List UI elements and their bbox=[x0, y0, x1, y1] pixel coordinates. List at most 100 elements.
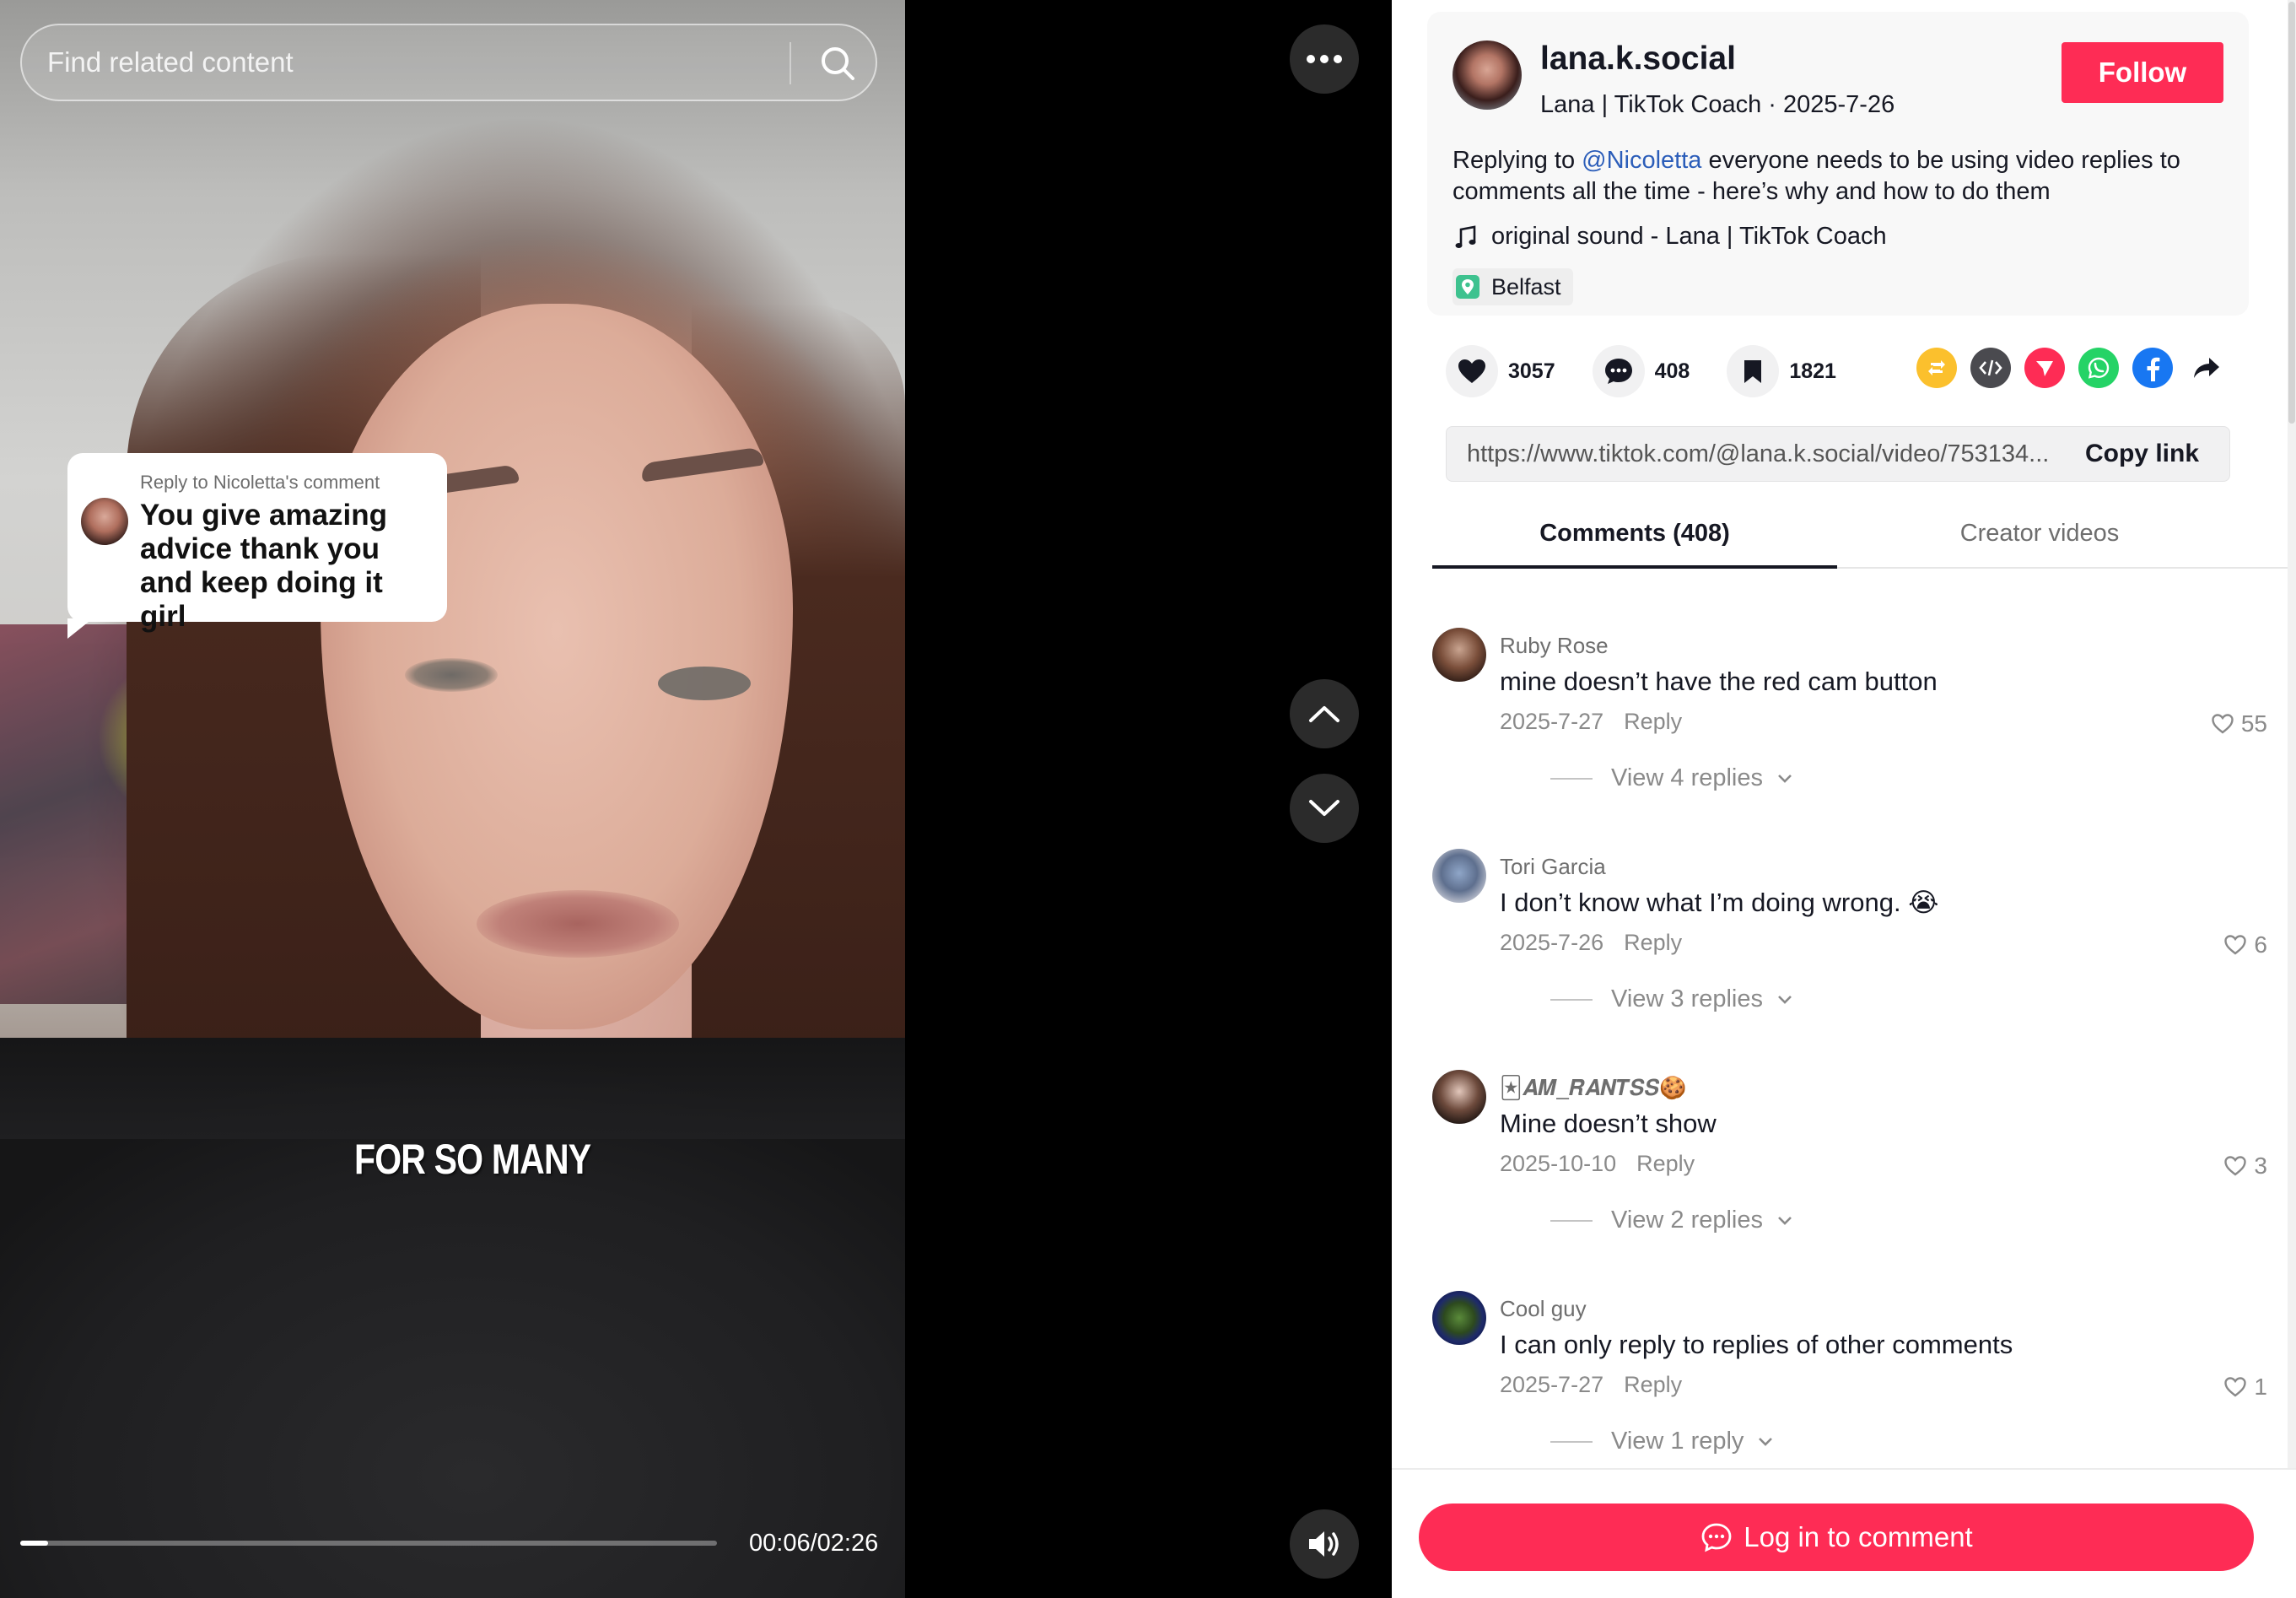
view-replies-label: View 2 replies bbox=[1611, 1207, 1764, 1234]
location-tag[interactable]: Belfast bbox=[1453, 268, 1573, 305]
share-arrow-icon[interactable] bbox=[2186, 348, 2227, 388]
avatar[interactable] bbox=[1453, 40, 1522, 110]
chevron-down-icon bbox=[1759, 1437, 1773, 1446]
comment-like-count: 55 bbox=[2240, 710, 2267, 737]
scrollbar-thumb[interactable] bbox=[2288, 2, 2295, 424]
comment-meta: 2025-7-27 Reply bbox=[1500, 709, 1682, 735]
comment-like-count: 3 bbox=[2254, 1153, 2267, 1179]
comment-stat[interactable]: 408 bbox=[1592, 345, 1690, 397]
reply-button[interactable]: Reply bbox=[1624, 709, 1682, 734]
comment-footer: Log in to comment bbox=[1392, 1468, 2296, 1598]
mention-link[interactable]: @Nicoletta bbox=[1582, 147, 1701, 174]
comment-like-count: 1 bbox=[2254, 1374, 2267, 1400]
reply-label: Reply to Nicoletta's comment bbox=[140, 472, 380, 493]
comment-item: Ruby Rose mine doesn’t have the red cam … bbox=[1432, 591, 2276, 812]
login-to-comment-button[interactable]: Log in to comment bbox=[1419, 1504, 2254, 1571]
avatar[interactable] bbox=[1432, 1291, 1486, 1345]
music-note-icon bbox=[1455, 224, 1476, 248]
view-replies-button[interactable]: View 4 replies bbox=[1550, 764, 1795, 792]
progress-fill bbox=[20, 1541, 49, 1546]
chevron-down-icon bbox=[1778, 995, 1792, 1004]
replies-divider bbox=[1550, 1440, 1593, 1443]
chevron-up-icon bbox=[1309, 706, 1339, 722]
heart-outline-icon bbox=[2224, 1156, 2247, 1176]
comment-like[interactable]: 6 bbox=[2223, 931, 2267, 958]
replies-divider bbox=[1550, 777, 1593, 780]
like-stat[interactable]: 3057 bbox=[1446, 345, 1555, 397]
video-caption: FOR SO MANY bbox=[354, 1136, 591, 1183]
view-replies-button[interactable]: View 1 reply bbox=[1550, 1428, 1776, 1455]
avatar[interactable] bbox=[1432, 628, 1486, 682]
heart-outline-icon bbox=[2212, 714, 2234, 734]
send-icon[interactable] bbox=[2024, 348, 2065, 388]
heart-outline-icon bbox=[2224, 1377, 2247, 1397]
search-input[interactable] bbox=[47, 25, 790, 100]
comment-icon bbox=[1592, 345, 1645, 397]
follow-button[interactable]: Follow bbox=[2062, 42, 2223, 103]
view-replies-button[interactable]: View 3 replies bbox=[1550, 985, 1795, 1013]
heart-outline-icon bbox=[2224, 935, 2247, 955]
tab-comments[interactable]: Comments (408) bbox=[1432, 506, 1837, 569]
comment-item: Cool guy I can only reply to replies of … bbox=[1432, 1254, 2276, 1475]
search-divider bbox=[790, 42, 791, 84]
sound-label: original sound - Lana | TikTok Coach bbox=[1491, 223, 1887, 250]
save-stat[interactable]: 1821 bbox=[1727, 345, 1836, 397]
desc-prefix: Replying to bbox=[1453, 147, 1582, 174]
login-label: Log in to comment bbox=[1744, 1521, 1973, 1552]
creator-username[interactable]: lana.k.social bbox=[1540, 40, 1736, 78]
video-frame-detail bbox=[0, 1038, 905, 1598]
more-icon bbox=[1307, 55, 1342, 63]
comment-text: Mine doesn’t show bbox=[1500, 1109, 1717, 1138]
view-replies-label: View 4 replies bbox=[1611, 764, 1764, 791]
comment-username[interactable]: Ruby Rose bbox=[1500, 633, 1609, 659]
volume-icon bbox=[1309, 1531, 1339, 1557]
more-options-button[interactable] bbox=[1290, 24, 1359, 94]
video-player[interactable]: Reply to Nicoletta's comment You give am… bbox=[0, 0, 905, 1598]
search-icon[interactable] bbox=[818, 44, 857, 83]
tab-creator-videos[interactable]: Creator videos bbox=[1837, 506, 2242, 569]
progress-bar[interactable] bbox=[20, 1541, 717, 1546]
repost-icon[interactable] bbox=[1916, 348, 1957, 388]
volume-button[interactable] bbox=[1290, 1509, 1359, 1579]
reply-button[interactable]: Reply bbox=[1624, 930, 1682, 955]
view-replies-label: View 1 reply bbox=[1611, 1428, 1744, 1455]
reply-text: You give amazing advice thank you and ke… bbox=[140, 499, 388, 633]
comment-date: 2025-7-27 bbox=[1500, 709, 1604, 734]
sound-link[interactable]: original sound - Lana | TikTok Coach bbox=[1453, 223, 1887, 251]
facebook-icon[interactable] bbox=[2132, 348, 2173, 388]
comment-text: I don’t know what I’m doing wrong. 😭 bbox=[1500, 888, 1939, 917]
save-count: 1821 bbox=[1789, 359, 1836, 383]
comment-username[interactable]: Cool guy bbox=[1500, 1296, 1587, 1322]
view-replies-button[interactable]: View 2 replies bbox=[1550, 1207, 1795, 1234]
comment-date: 2025-7-27 bbox=[1500, 1372, 1604, 1397]
details-panel: lana.k.social Lana | TikTok Coach · 2025… bbox=[1392, 0, 2296, 1598]
copy-link-button[interactable]: Copy link bbox=[2085, 427, 2199, 481]
location-label: Belfast bbox=[1491, 273, 1561, 300]
previous-video-button[interactable] bbox=[1290, 679, 1359, 748]
comment-username[interactable]: Tori Garcia bbox=[1500, 854, 1606, 880]
view-replies-label: View 3 replies bbox=[1611, 985, 1764, 1012]
comment-count: 408 bbox=[1654, 359, 1690, 383]
chevron-down-icon bbox=[1778, 1216, 1792, 1225]
comment-like[interactable]: 55 bbox=[2211, 710, 2267, 737]
comment-text: mine doesn’t have the red cam button bbox=[1500, 667, 1938, 696]
replies-divider bbox=[1550, 998, 1593, 1001]
comment-date: 2025-10-10 bbox=[1500, 1151, 1617, 1176]
avatar[interactable] bbox=[1432, 1070, 1486, 1124]
comment-item: Tori Garcia I don’t know what I’m doing … bbox=[1432, 812, 2276, 1033]
reply-button[interactable]: Reply bbox=[1636, 1151, 1695, 1176]
comment-date: 2025-7-26 bbox=[1500, 930, 1604, 955]
next-video-button[interactable] bbox=[1290, 774, 1359, 843]
comment-like[interactable]: 1 bbox=[2223, 1374, 2267, 1401]
video-link-text[interactable]: https://www.tiktok.com/@lana.k.social/vi… bbox=[1467, 427, 2074, 481]
reply-button[interactable]: Reply bbox=[1624, 1372, 1682, 1397]
replies-divider bbox=[1550, 1219, 1593, 1222]
avatar[interactable] bbox=[1432, 849, 1486, 903]
search-bar[interactable] bbox=[20, 24, 877, 101]
avatar bbox=[81, 498, 128, 545]
whatsapp-icon[interactable] bbox=[2078, 348, 2119, 388]
comment-like[interactable]: 3 bbox=[2223, 1153, 2267, 1180]
comment-username[interactable]: 🃏𝑨𝑴_𝑹𝑨𝑵𝑻𝑺𝑺🍪 bbox=[1500, 1075, 1686, 1102]
embed-icon[interactable] bbox=[1970, 348, 2011, 388]
share-row bbox=[1916, 348, 2240, 388]
